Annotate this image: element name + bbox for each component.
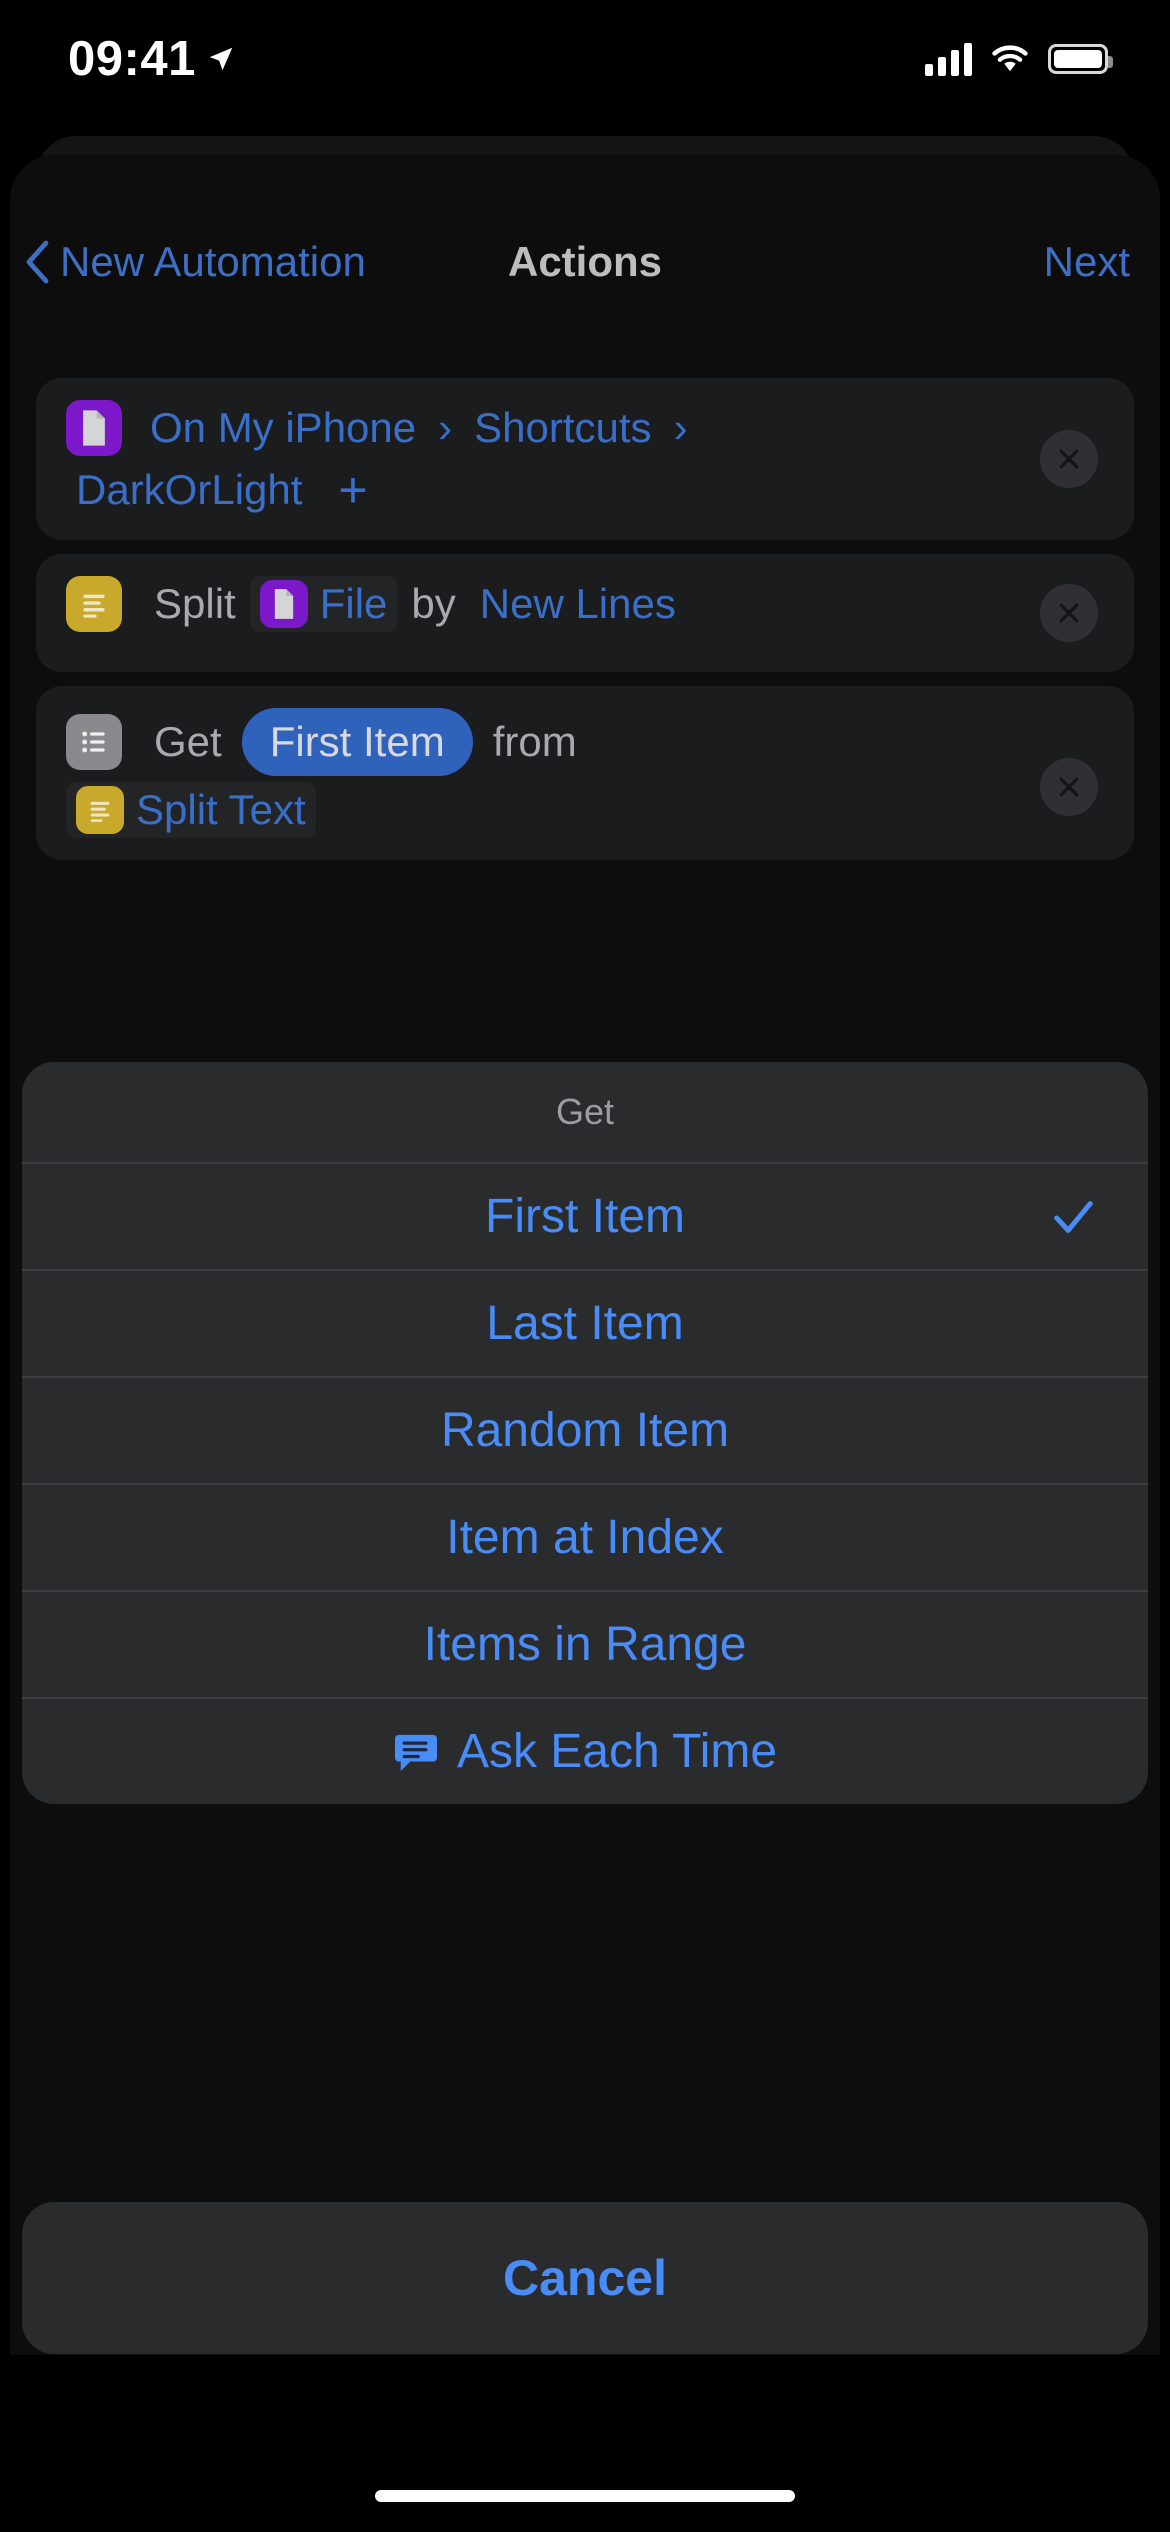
option-label: Last Item <box>486 1297 684 1350</box>
option-label: Random Item <box>440 1404 730 1457</box>
shortcuts-actions-screen: 09:41 New Automation Actions Next On My … <box>0 0 1170 2532</box>
remove-action-button[interactable] <box>1040 584 1098 642</box>
action-verb-split: Split <box>154 580 236 627</box>
home-indicator[interactable] <box>375 2490 795 2502</box>
action-sheet-option-random-item[interactable]: Random Item <box>22 1376 1148 1483</box>
checkmark-icon <box>1054 1200 1093 1233</box>
text-lines-icon <box>76 786 124 834</box>
token-input-file-label: File <box>319 580 388 627</box>
option-label: Items in Range <box>423 1618 747 1671</box>
file-glyph <box>274 589 293 619</box>
path-segment-folder[interactable]: Shortcuts <box>464 400 661 456</box>
action-row-second: Split Text <box>66 782 1104 838</box>
file-glyph <box>83 410 105 446</box>
token-source-label: Split Text <box>136 786 306 833</box>
next-button[interactable]: Next <box>1044 238 1130 286</box>
cancel-button[interactable]: Cancel <box>22 2202 1148 2354</box>
path-separator-icon: › <box>438 404 453 451</box>
action-card-get-file[interactable]: On My iPhone › Shortcuts › DarkOrLight + <box>36 378 1134 540</box>
action-card-get-item[interactable]: Get First Item from Split Text <box>36 686 1134 860</box>
chevron-left-icon <box>26 240 49 284</box>
action-sheet-option-last-item[interactable]: Last Item <box>22 1269 1148 1376</box>
text-lines-glyph <box>90 801 110 822</box>
token-source-split-text[interactable]: Split Text <box>66 782 316 838</box>
option-label: Ask Each Time <box>456 1725 778 1778</box>
remove-action-button[interactable] <box>1040 758 1098 816</box>
action-row: Get First Item from <box>66 708 1104 776</box>
actions-list: On My iPhone › Shortcuts › DarkOrLight + <box>0 378 1170 874</box>
action-connector-from: from <box>492 718 577 765</box>
back-button[interactable]: New Automation <box>24 238 366 286</box>
file-icon <box>66 400 122 456</box>
cancel-button-label: Cancel <box>503 2250 667 2306</box>
option-label: Item at Index <box>446 1511 724 1564</box>
file-icon <box>259 580 308 628</box>
path-separator-icon: › <box>673 404 688 451</box>
close-icon <box>1059 777 1079 797</box>
selected-option-pill[interactable]: First Item <box>241 708 473 776</box>
cellular-bars-icon <box>925 42 972 76</box>
wifi-icon <box>992 45 1028 72</box>
option-content: Ask Each Time <box>393 1724 777 1779</box>
action-card-split-text[interactable]: Split File by New Lines <box>36 554 1134 672</box>
status-bar: 09:41 <box>0 0 1170 118</box>
status-bar-left: 09:41 <box>68 31 236 87</box>
action-sheet: Get First Item Last Item Random Item Ite… <box>22 1062 1148 1804</box>
action-connector-by: by <box>411 580 456 627</box>
path-segment-device[interactable]: On My iPhone <box>140 400 426 456</box>
action-row: Split File by New Lines <box>66 576 1104 632</box>
list-icon <box>66 714 122 770</box>
action-row: On My iPhone › Shortcuts › <box>66 400 1104 456</box>
action-sheet-title: Get <box>555 1091 615 1132</box>
back-button-label: New Automation <box>60 238 366 285</box>
remove-action-button[interactable] <box>1040 430 1098 488</box>
close-icon <box>1059 449 1079 469</box>
token-separator-new-lines[interactable]: New Lines <box>470 576 686 632</box>
ask-bubble-icon <box>394 1734 437 1771</box>
action-sheet-option-first-item[interactable]: First Item <box>22 1162 1148 1269</box>
add-path-button[interactable]: + <box>312 465 393 515</box>
action-sheet-option-item-at-index[interactable]: Item at Index <box>22 1483 1148 1590</box>
close-icon <box>1059 603 1079 623</box>
status-bar-right <box>925 42 1113 76</box>
path-segment-file[interactable]: DarkOrLight <box>66 462 312 518</box>
text-lines-icon <box>66 576 122 632</box>
page-title: Actions <box>507 238 663 285</box>
status-bar-clock: 09:41 <box>68 32 196 86</box>
action-sheet-option-items-in-range[interactable]: Items in Range <box>22 1590 1148 1697</box>
text-lines-glyph <box>83 594 105 618</box>
option-label: First Item <box>485 1190 685 1243</box>
location-arrow-icon <box>209 47 233 71</box>
navigation-bar: New Automation Actions Next <box>0 212 1170 312</box>
action-verb-get: Get <box>154 718 222 765</box>
battery-icon <box>1048 44 1113 74</box>
action-sheet-option-ask-each-time[interactable]: Ask Each Time <box>22 1697 1148 1804</box>
list-glyph <box>82 731 105 753</box>
token-input-file[interactable]: File <box>250 576 398 632</box>
action-row-second: DarkOrLight + <box>66 462 1104 518</box>
